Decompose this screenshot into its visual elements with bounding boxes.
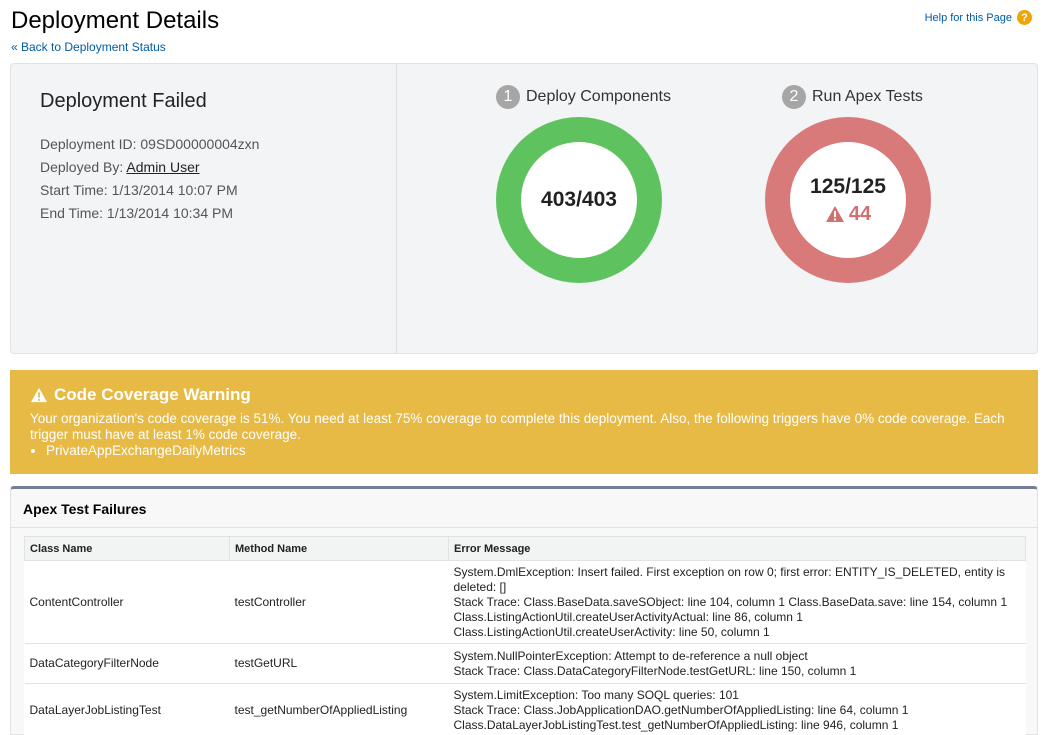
code-coverage-warning-banner: Code Coverage Warning Your organization'… bbox=[10, 370, 1038, 474]
step-number-badge: 1 bbox=[496, 85, 520, 109]
class-name-cell: ContentController bbox=[24, 560, 230, 644]
start-time-line: Start Time: 1/13/2014 10:07 PM bbox=[40, 182, 238, 198]
deployed-by-line: Deployed By: Admin User bbox=[40, 159, 200, 175]
column-header-class-name[interactable]: Class Name bbox=[24, 536, 230, 561]
error-message-cell: System.NullPointerException: Attempt to … bbox=[448, 643, 1026, 684]
method-name-cell: test_getNumberOfAppliedListing bbox=[229, 683, 449, 735]
deployment-id-line: Deployment ID: 09SD00000004zxn bbox=[40, 136, 259, 152]
deployment-id-label: Deployment ID: bbox=[40, 136, 137, 152]
uncovered-trigger-item: PrivateAppExchangeDailyMetrics bbox=[46, 443, 1018, 459]
progress-ring-center: 125/125 44 bbox=[790, 142, 906, 258]
deploy-components-count: 403/403 bbox=[541, 188, 617, 211]
warning-triangle-icon bbox=[825, 206, 844, 222]
panel-divider bbox=[11, 527, 1037, 528]
warning-triangle-icon bbox=[31, 387, 47, 403]
end-time-line: End Time: 1/13/2014 10:34 PM bbox=[40, 205, 233, 221]
apex-test-failures-table: Class Name Method Name Error Message Con… bbox=[24, 536, 1026, 735]
help-link[interactable]: Help for this Page ? bbox=[925, 10, 1032, 25]
deployment-summary-card: Deployment Failed Deployment ID: 09SD000… bbox=[10, 63, 1038, 354]
table-header-row: Class Name Method Name Error Message bbox=[24, 536, 1026, 561]
error-message-cell: System.LimitException: Too many SOQL que… bbox=[448, 683, 1026, 735]
class-name-cell: DataLayerJobListingTest bbox=[24, 683, 230, 735]
column-header-error-message[interactable]: Error Message bbox=[448, 536, 1026, 561]
column-header-method-name[interactable]: Method Name bbox=[229, 536, 449, 561]
summary-divider bbox=[396, 64, 397, 353]
question-icon[interactable]: ? bbox=[1017, 10, 1032, 25]
class-name-cell: DataCategoryFilterNode bbox=[24, 643, 230, 684]
run-apex-tests-progress-ring: 125/125 44 bbox=[765, 117, 931, 283]
apex-test-failures-panel: Apex Test Failures Class Name Method Nam… bbox=[10, 486, 1038, 735]
method-name-cell: testController bbox=[229, 560, 449, 644]
back-to-deployment-status-link[interactable]: « Back to Deployment Status bbox=[11, 40, 166, 54]
end-time-value: 1/13/2014 10:34 PM bbox=[106, 205, 234, 221]
step-label: Deploy Components bbox=[526, 88, 671, 105]
apex-test-failures[interactable]: 44 bbox=[825, 203, 871, 226]
deployment-status-title: Deployment Failed bbox=[40, 90, 207, 112]
progress-ring-center: 403/403 bbox=[521, 142, 637, 258]
apex-test-failures-title: Apex Test Failures bbox=[23, 501, 147, 517]
deployment-id-value: 09SD00000004zxn bbox=[140, 136, 260, 152]
start-time-label: Start Time: bbox=[40, 182, 108, 198]
start-time-value: 1/13/2014 10:07 PM bbox=[111, 182, 238, 198]
page-title: Deployment Details bbox=[11, 7, 220, 34]
step-deploy-components: 1 Deploy Components bbox=[496, 85, 671, 109]
step-label: Run Apex Tests bbox=[812, 88, 923, 105]
apex-test-failure-count: 44 bbox=[848, 202, 872, 225]
table-row: ContentController testController System.… bbox=[24, 560, 1026, 644]
warning-title: Code Coverage Warning bbox=[30, 385, 1018, 405]
warning-message: Your organization's code coverage is 51%… bbox=[30, 411, 1005, 442]
end-time-label: End Time: bbox=[40, 205, 104, 221]
error-message-cell: System.DmlException: Insert failed. Firs… bbox=[448, 560, 1026, 644]
apex-tests-count: 125/125 bbox=[810, 174, 886, 198]
method-name-cell: testGetURL bbox=[229, 643, 449, 684]
uncovered-trigger-list: PrivateAppExchangeDailyMetrics bbox=[30, 443, 1018, 459]
table-row: DataCategoryFilterNode testGetURL System… bbox=[24, 643, 1026, 684]
deployed-by-user-link[interactable]: Admin User bbox=[126, 159, 199, 175]
deploy-components-progress-ring: 403/403 bbox=[496, 117, 662, 283]
step-run-apex-tests: 2 Run Apex Tests bbox=[782, 85, 923, 109]
table-row: DataLayerJobListingTest test_getNumberOf… bbox=[24, 683, 1026, 735]
help-link-label: Help for this Page bbox=[924, 11, 1012, 24]
step-number-badge: 2 bbox=[782, 85, 806, 109]
deployed-by-label: Deployed By: bbox=[40, 159, 124, 175]
warning-title-text: Code Coverage Warning bbox=[54, 385, 251, 404]
